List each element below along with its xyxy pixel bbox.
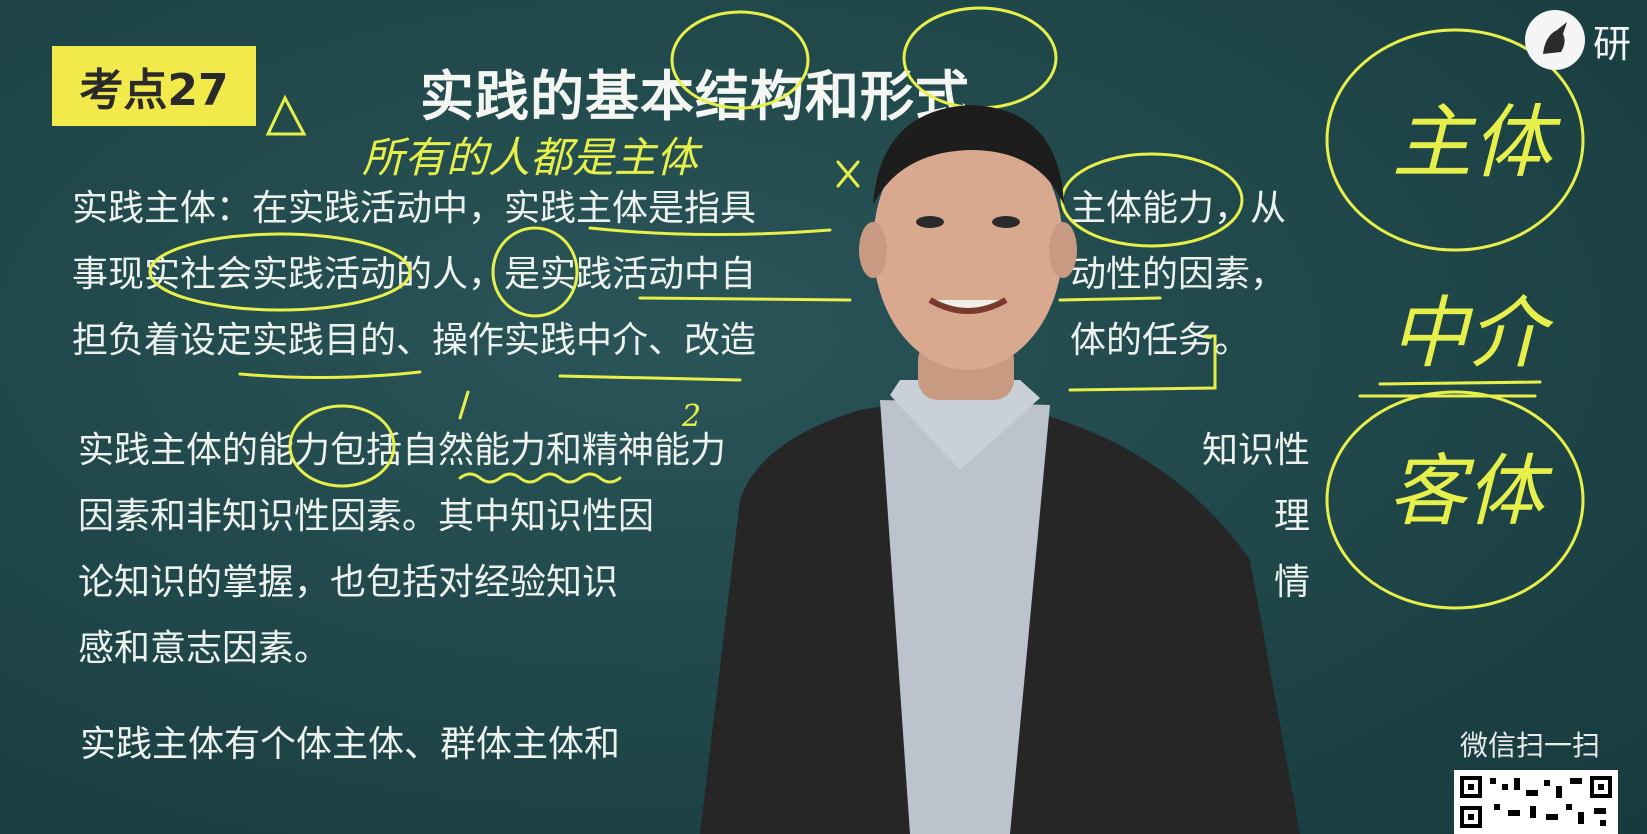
qr-pattern-icon <box>1460 776 1612 828</box>
brand-watermark: 研 <box>1525 10 1631 70</box>
qr-code[interactable] <box>1454 770 1618 834</box>
lecture-video-frame: 考点27 实践的基本结构和形式 实践主体：在实践活动中，实践主体是指具 事现实社… <box>0 0 1647 834</box>
presenter-ear-right <box>1049 222 1077 278</box>
brand-text: 研 <box>1593 21 1632 66</box>
presenter-eye-left <box>916 216 944 228</box>
presenter-figure <box>700 105 1300 834</box>
presenter-eye-right <box>992 216 1020 228</box>
unicorn-logo-icon <box>1525 10 1585 70</box>
wechat-scan-label: 微信扫一扫 <box>1460 729 1601 762</box>
presenter-ear-left <box>859 222 887 278</box>
